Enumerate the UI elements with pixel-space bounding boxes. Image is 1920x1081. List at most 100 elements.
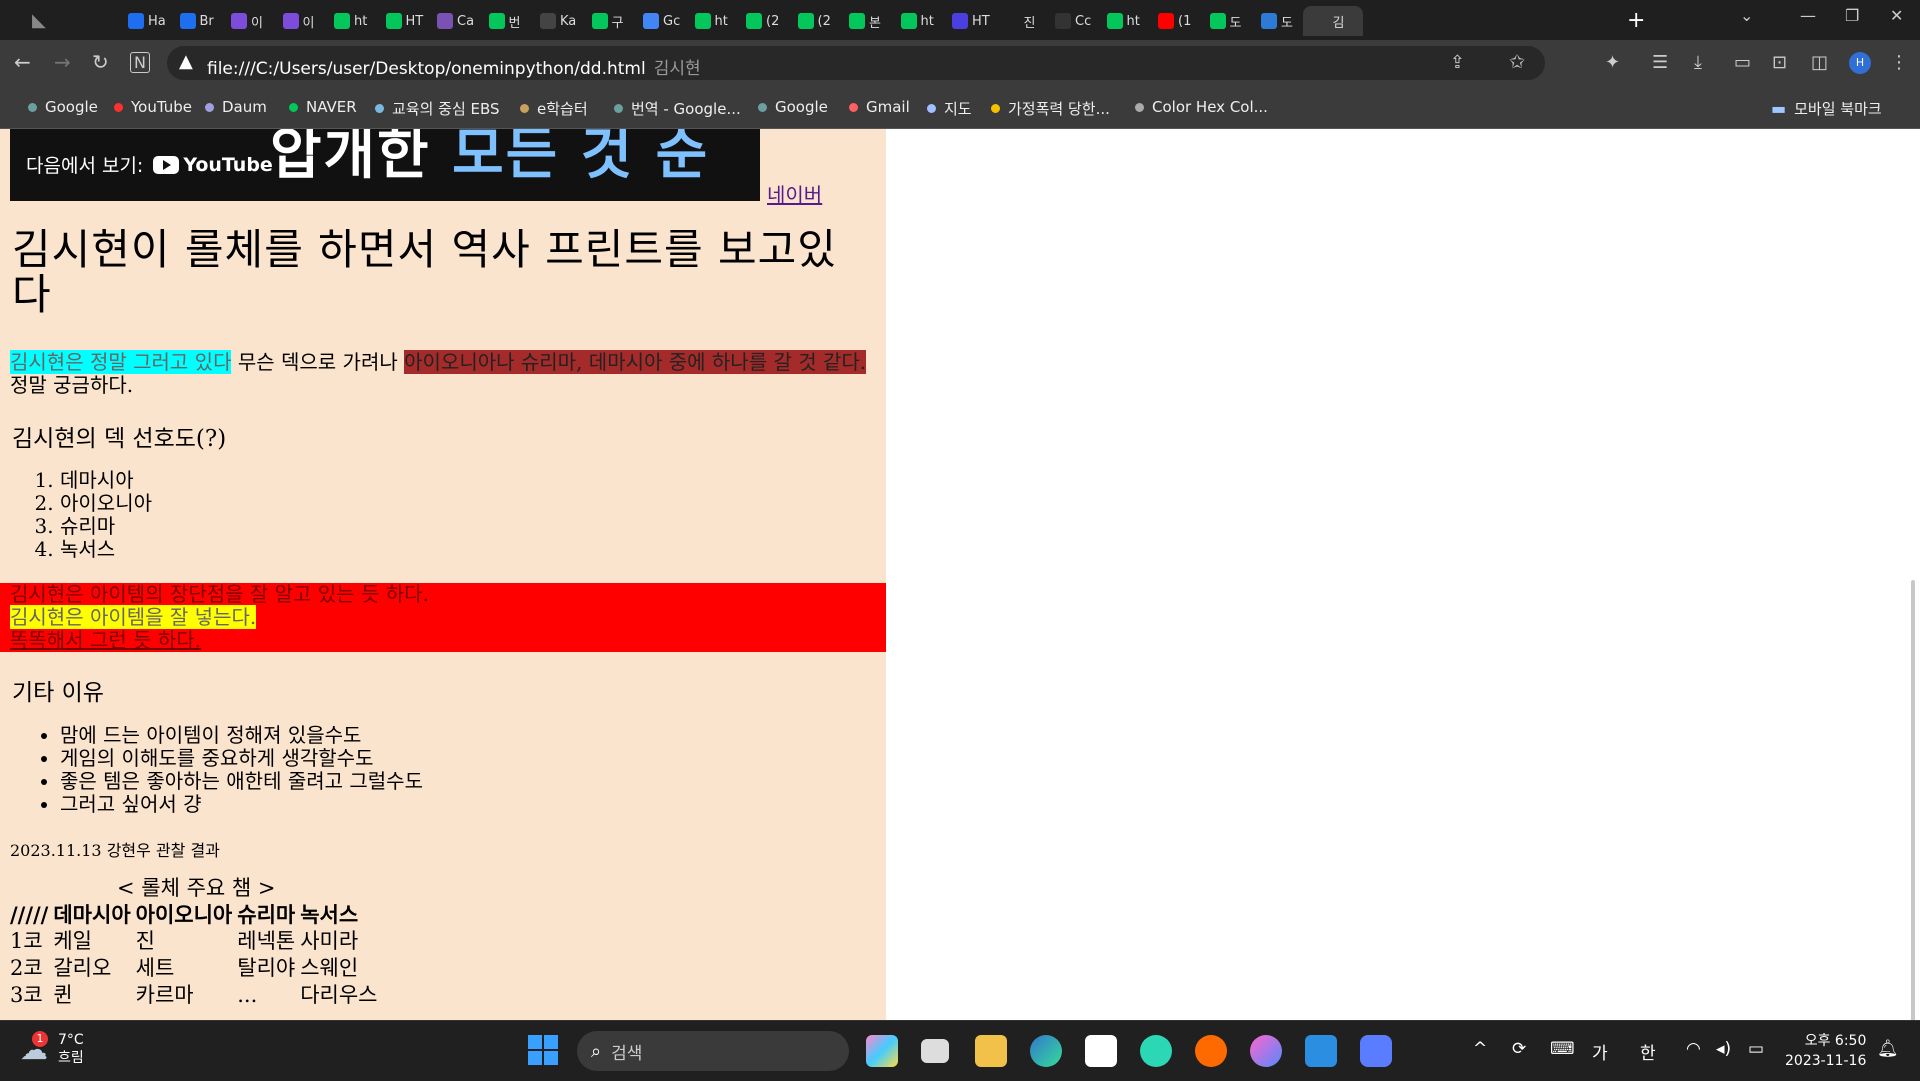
bookmark-favicon-icon bbox=[205, 102, 214, 112]
extensions-icon[interactable]: ✦ bbox=[1605, 52, 1620, 73]
tab[interactable]: 본 bbox=[839, 6, 890, 36]
blog-icon bbox=[746, 13, 762, 29]
bookmark-star-icon[interactable]: ✩ bbox=[1509, 51, 1525, 73]
address-bar[interactable]: ▲ file:///C:/Users/user/Desktop/oneminpy… bbox=[167, 46, 1545, 80]
bookmark-item[interactable]: Color Hex Col... bbox=[1135, 98, 1268, 116]
menu-icon[interactable]: ⋮ bbox=[1890, 52, 1908, 73]
champion-table: < 롤체 주요 챔 > ///// 데마시아 아이오니아 슈리마 녹서스 1코 … bbox=[10, 875, 383, 1009]
tab[interactable]: 번 bbox=[479, 6, 530, 36]
file-explorer-icon[interactable] bbox=[975, 1035, 1007, 1067]
tab[interactable]: 이 bbox=[221, 6, 272, 36]
tab[interactable]: (1 bbox=[1148, 6, 1199, 36]
wifi-icon[interactable]: ◠ bbox=[1686, 1039, 1701, 1059]
ime-mode-1[interactable]: 가 bbox=[1592, 1039, 1608, 1064]
tab[interactable]: 김 bbox=[1302, 6, 1363, 36]
bookmark-label: Google bbox=[775, 98, 828, 116]
tab[interactable]: Gc bbox=[633, 6, 684, 36]
bookmark-item[interactable]: 교육의 중심 EBS bbox=[375, 98, 500, 119]
react-icon bbox=[952, 13, 968, 29]
ime-mode-2[interactable]: 한 bbox=[1640, 1039, 1656, 1064]
naver-link[interactable]: 네이버 bbox=[767, 179, 822, 208]
tab[interactable]: Ha bbox=[118, 6, 169, 36]
taskbar-search[interactable]: ⌕ 검색 bbox=[577, 1031, 849, 1071]
bookmark-favicon-icon bbox=[114, 102, 123, 112]
tab[interactable]: HT bbox=[942, 6, 993, 36]
tab[interactable]: ht bbox=[891, 6, 942, 36]
bookmark-item[interactable]: 지도 bbox=[927, 98, 972, 119]
weather-widget[interactable]: ☁ 1 7°C 흐림 bbox=[20, 1030, 84, 1067]
page-info-icon[interactable]: ▲ bbox=[179, 51, 193, 72]
tab[interactable]: (2 bbox=[788, 6, 839, 36]
start-button-icon[interactable] bbox=[528, 1035, 558, 1065]
back-icon[interactable]: ← bbox=[14, 50, 31, 74]
table-row: 1코 케일 진 레넥톤 사미라 bbox=[10, 928, 383, 955]
tab[interactable]: 구 bbox=[582, 6, 633, 36]
red-box-line-1: 김시현은 아이템의 장단점을 잘 알고 있는 듯 하다. bbox=[10, 582, 429, 606]
chat-app-icon[interactable] bbox=[1360, 1035, 1392, 1067]
watch-on-youtube[interactable]: 다음에서 보기: YouTube bbox=[26, 151, 273, 178]
notification-bell-icon[interactable]: 🔔︎ bbox=[1877, 1039, 1899, 1059]
tab[interactable]: 도 bbox=[1251, 6, 1302, 36]
cast-icon[interactable]: ▭ bbox=[1734, 52, 1751, 73]
forward-icon[interactable]: → bbox=[54, 50, 71, 74]
tab[interactable]: 도 bbox=[1200, 6, 1251, 36]
battery-icon[interactable]: ▭ bbox=[1748, 1039, 1764, 1059]
bookmarks-bar: Google YouTube Daum NAVER 교육의 중심 EBS e학습터 번역 -… bbox=[0, 86, 1920, 129]
restore-button[interactable]: ❐ bbox=[1845, 6, 1859, 25]
minimize-button[interactable]: — bbox=[1800, 6, 1816, 25]
download-icon[interactable]: ⤓ bbox=[1694, 52, 1702, 73]
tab[interactable]: ht bbox=[685, 6, 736, 36]
tab[interactable]: Ca bbox=[427, 6, 478, 36]
soundcloud-icon[interactable] bbox=[1195, 1035, 1227, 1067]
reading-list-icon[interactable]: ☰ bbox=[1652, 52, 1668, 73]
clock-time: 오후 6:50 bbox=[1804, 1033, 1867, 1049]
tab[interactable]: Cc bbox=[1045, 6, 1096, 36]
whale-browser-icon[interactable] bbox=[1140, 1035, 1172, 1067]
close-window-button[interactable]: ✕ bbox=[1890, 6, 1903, 25]
tab[interactable]: Br bbox=[170, 6, 221, 36]
sync-icon[interactable]: ⟳ bbox=[1512, 1039, 1526, 1059]
keyboard-icon[interactable]: ⌨ bbox=[1550, 1039, 1575, 1059]
page-scrollbar[interactable] bbox=[1911, 580, 1915, 1020]
bookmark-item[interactable]: 번역 - Google... bbox=[614, 98, 741, 119]
tray-expand-icon[interactable]: ^ bbox=[1473, 1039, 1487, 1059]
share-icon[interactable]: ⇪ bbox=[1450, 52, 1465, 73]
tab[interactable]: (2 bbox=[736, 6, 787, 36]
screenshot-icon[interactable]: ⊡ bbox=[1772, 52, 1787, 73]
tab-label: 진 bbox=[1023, 15, 1036, 31]
new-tab-button[interactable]: + bbox=[1627, 8, 1645, 33]
youtube-embed[interactable]: 압개한 모든 것 순 다음에서 보기: YouTube bbox=[10, 129, 760, 201]
tab[interactable]: ht bbox=[1097, 6, 1148, 36]
bookmark-item[interactable]: Google bbox=[758, 98, 828, 116]
reader-icon[interactable]: N bbox=[130, 52, 150, 73]
mobile-bookmarks[interactable]: ▬ 모바일 북마크 bbox=[1771, 98, 1882, 119]
store-icon[interactable] bbox=[1085, 1035, 1117, 1067]
bookmark-item[interactable]: Google bbox=[28, 98, 98, 116]
sidebar-icon[interactable]: ◫ bbox=[1811, 52, 1828, 73]
weather-badge: 1 bbox=[32, 1030, 48, 1047]
reload-icon[interactable]: ↻ bbox=[92, 50, 109, 74]
vscode-icon[interactable] bbox=[1305, 1035, 1337, 1067]
tab[interactable]: ht bbox=[324, 6, 375, 36]
bookmark-item[interactable]: Daum bbox=[205, 98, 267, 116]
edge-icon[interactable] bbox=[1030, 1035, 1062, 1067]
bookmark-item[interactable]: 가정폭력 당한... bbox=[991, 98, 1110, 119]
volume-icon[interactable]: ◂) bbox=[1716, 1039, 1731, 1059]
bookmark-item[interactable]: NAVER bbox=[289, 98, 357, 116]
para-text-2: 무슨 덱으로 가려나 bbox=[231, 350, 405, 374]
bookmark-item[interactable]: Gmail bbox=[849, 98, 910, 116]
tab[interactable]: 진 bbox=[994, 6, 1045, 36]
tab-search-icon[interactable]: ⌄ bbox=[1740, 6, 1753, 25]
bookmark-item[interactable]: e학습터 bbox=[520, 98, 588, 119]
itunes-icon[interactable] bbox=[1250, 1035, 1282, 1067]
profile-avatar[interactable]: H bbox=[1849, 52, 1871, 74]
copilot-icon[interactable] bbox=[866, 1035, 898, 1067]
bookmark-item[interactable]: YouTube bbox=[114, 98, 192, 116]
tab[interactable]: HT bbox=[376, 6, 427, 36]
clock[interactable]: 오후 6:50 2023-11-16 bbox=[1785, 1031, 1866, 1071]
list-item: 슈리마 bbox=[60, 515, 152, 538]
tab[interactable]: 이 bbox=[273, 6, 324, 36]
naver-icon bbox=[488, 13, 505, 29]
tab[interactable]: Ka bbox=[530, 6, 581, 36]
task-view-icon[interactable] bbox=[921, 1039, 949, 1063]
